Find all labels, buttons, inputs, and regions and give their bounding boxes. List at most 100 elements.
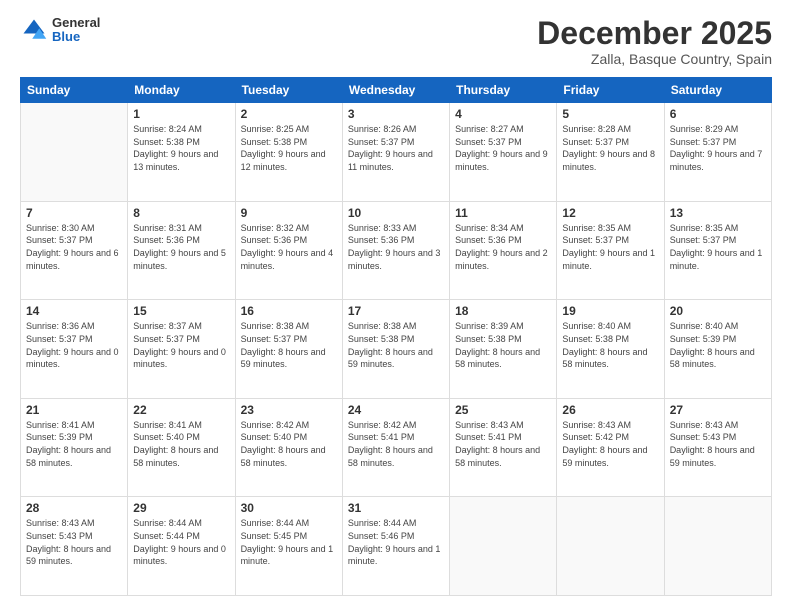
cell-0-2: 2 Sunrise: 8:25 AM Sunset: 5:38 PM Daylig… — [235, 103, 342, 202]
cell-info-3-1: Sunrise: 8:41 AM Sunset: 5:40 PM Dayligh… — [133, 419, 229, 469]
cell-2-1: 15 Sunrise: 8:37 AM Sunset: 5:37 PM Dayli… — [128, 300, 235, 399]
day-number-1-3: 10 — [348, 206, 444, 220]
header-right: December 2025 Zalla, Basque Country, Spa… — [537, 16, 772, 67]
cell-info-1-1: Sunrise: 8:31 AM Sunset: 5:36 PM Dayligh… — [133, 222, 229, 272]
col-friday: Friday — [557, 78, 664, 103]
cell-3-2: 23 Sunrise: 8:42 AM Sunset: 5:40 PM Dayli… — [235, 398, 342, 497]
day-number-3-0: 21 — [26, 403, 122, 417]
logo-blue-text: Blue — [52, 30, 100, 44]
cell-info-0-3: Sunrise: 8:26 AM Sunset: 5:37 PM Dayligh… — [348, 123, 444, 173]
cell-info-4-2: Sunrise: 8:44 AM Sunset: 5:45 PM Dayligh… — [241, 517, 337, 567]
cell-info-0-5: Sunrise: 8:28 AM Sunset: 5:37 PM Dayligh… — [562, 123, 658, 173]
cell-1-4: 11Sunrise: 8:34 AM Sunset: 5:36 PM Dayli… — [450, 201, 557, 300]
cell-3-6: 27 Sunrise: 8:43 AM Sunset: 5:43 PM Dayli… — [664, 398, 771, 497]
cell-info-4-3: Sunrise: 8:44 AM Sunset: 5:46 PM Dayligh… — [348, 517, 444, 567]
cell-1-3: 10 Sunrise: 8:33 AM Sunset: 5:36 PM Dayli… — [342, 201, 449, 300]
cell-4-0: 28 Sunrise: 8:43 AM Sunset: 5:43 PM Dayli… — [21, 497, 128, 596]
logo-icon — [20, 16, 48, 44]
day-number-2-2: 16 — [241, 304, 337, 318]
day-number-3-2: 23 — [241, 403, 337, 417]
cell-info-0-4: Sunrise: 8:27 AM Sunset: 5:37 PM Dayligh… — [455, 123, 551, 173]
month-title: December 2025 — [537, 16, 772, 51]
cell-0-6: 6Sunrise: 8:29 AM Sunset: 5:37 PM Daylig… — [664, 103, 771, 202]
cell-1-6: 13 Sunrise: 8:35 AM Sunset: 5:37 PM Dayli… — [664, 201, 771, 300]
calendar-header-row: Sunday Monday Tuesday Wednesday Thursday… — [21, 78, 772, 103]
cell-4-3: 31 Sunrise: 8:44 AM Sunset: 5:46 PM Dayli… — [342, 497, 449, 596]
day-number-3-3: 24 — [348, 403, 444, 417]
day-number-0-2: 2 — [241, 107, 337, 121]
day-number-4-0: 28 — [26, 501, 122, 515]
cell-1-0: 7Sunrise: 8:30 AM Sunset: 5:37 PM Daylig… — [21, 201, 128, 300]
cell-0-3: 3 Sunrise: 8:26 AM Sunset: 5:37 PM Daylig… — [342, 103, 449, 202]
header: General Blue December 2025 Zalla, Basque… — [20, 16, 772, 67]
day-number-1-5: 12 — [562, 206, 658, 220]
week-row-0: 1 Sunrise: 8:24 AM Sunset: 5:38 PM Daylig… — [21, 103, 772, 202]
cell-info-3-3: Sunrise: 8:42 AM Sunset: 5:41 PM Dayligh… — [348, 419, 444, 469]
cell-0-1: 1 Sunrise: 8:24 AM Sunset: 5:38 PM Daylig… — [128, 103, 235, 202]
cell-info-2-3: Sunrise: 8:38 AM Sunset: 5:38 PM Dayligh… — [348, 320, 444, 370]
cell-info-0-1: Sunrise: 8:24 AM Sunset: 5:38 PM Dayligh… — [133, 123, 229, 173]
day-number-1-6: 13 — [670, 206, 766, 220]
col-wednesday: Wednesday — [342, 78, 449, 103]
day-number-0-3: 3 — [348, 107, 444, 121]
cell-info-0-2: Sunrise: 8:25 AM Sunset: 5:38 PM Dayligh… — [241, 123, 337, 173]
cell-4-1: 29 Sunrise: 8:44 AM Sunset: 5:44 PM Dayli… — [128, 497, 235, 596]
logo-text: General Blue — [52, 16, 100, 45]
cell-info-1-6: Sunrise: 8:35 AM Sunset: 5:37 PM Dayligh… — [670, 222, 766, 272]
day-number-2-1: 15 — [133, 304, 229, 318]
cell-2-0: 14 Sunrise: 8:36 AM Sunset: 5:37 PM Dayli… — [21, 300, 128, 399]
cell-4-5 — [557, 497, 664, 596]
cell-0-4: 4 Sunrise: 8:27 AM Sunset: 5:37 PM Daylig… — [450, 103, 557, 202]
cell-info-2-1: Sunrise: 8:37 AM Sunset: 5:37 PM Dayligh… — [133, 320, 229, 370]
week-row-2: 14 Sunrise: 8:36 AM Sunset: 5:37 PM Dayli… — [21, 300, 772, 399]
page: General Blue December 2025 Zalla, Basque… — [0, 0, 792, 612]
cell-info-2-2: Sunrise: 8:38 AM Sunset: 5:37 PM Dayligh… — [241, 320, 337, 370]
cell-info-2-6: Sunrise: 8:40 AM Sunset: 5:39 PM Dayligh… — [670, 320, 766, 370]
cell-2-2: 16 Sunrise: 8:38 AM Sunset: 5:37 PM Dayli… — [235, 300, 342, 399]
cell-3-3: 24 Sunrise: 8:42 AM Sunset: 5:41 PM Dayli… — [342, 398, 449, 497]
cell-info-1-3: Sunrise: 8:33 AM Sunset: 5:36 PM Dayligh… — [348, 222, 444, 272]
cell-info-4-0: Sunrise: 8:43 AM Sunset: 5:43 PM Dayligh… — [26, 517, 122, 567]
cell-1-2: 9Sunrise: 8:32 AM Sunset: 5:36 PM Daylig… — [235, 201, 342, 300]
day-number-0-5: 5 — [562, 107, 658, 121]
day-number-4-3: 31 — [348, 501, 444, 515]
day-number-3-6: 27 — [670, 403, 766, 417]
day-number-1-1: 8 — [133, 206, 229, 220]
cell-1-1: 8 Sunrise: 8:31 AM Sunset: 5:36 PM Daylig… — [128, 201, 235, 300]
cell-3-0: 21Sunrise: 8:41 AM Sunset: 5:39 PM Dayli… — [21, 398, 128, 497]
day-number-0-1: 1 — [133, 107, 229, 121]
cell-0-0 — [21, 103, 128, 202]
day-number-2-0: 14 — [26, 304, 122, 318]
day-number-1-0: 7 — [26, 206, 122, 220]
day-number-2-5: 19 — [562, 304, 658, 318]
day-number-3-4: 25 — [455, 403, 551, 417]
week-row-3: 21Sunrise: 8:41 AM Sunset: 5:39 PM Dayli… — [21, 398, 772, 497]
cell-0-5: 5 Sunrise: 8:28 AM Sunset: 5:37 PM Daylig… — [557, 103, 664, 202]
day-number-2-6: 20 — [670, 304, 766, 318]
cell-info-2-0: Sunrise: 8:36 AM Sunset: 5:37 PM Dayligh… — [26, 320, 122, 370]
col-sunday: Sunday — [21, 78, 128, 103]
cell-info-3-2: Sunrise: 8:42 AM Sunset: 5:40 PM Dayligh… — [241, 419, 337, 469]
cell-info-1-5: Sunrise: 8:35 AM Sunset: 5:37 PM Dayligh… — [562, 222, 658, 272]
cell-4-6 — [664, 497, 771, 596]
col-tuesday: Tuesday — [235, 78, 342, 103]
week-row-1: 7Sunrise: 8:30 AM Sunset: 5:37 PM Daylig… — [21, 201, 772, 300]
day-number-0-6: 6 — [670, 107, 766, 121]
calendar-table: Sunday Monday Tuesday Wednesday Thursday… — [20, 77, 772, 596]
cell-info-4-1: Sunrise: 8:44 AM Sunset: 5:44 PM Dayligh… — [133, 517, 229, 567]
cell-4-2: 30 Sunrise: 8:44 AM Sunset: 5:45 PM Dayli… — [235, 497, 342, 596]
day-number-4-2: 30 — [241, 501, 337, 515]
cell-2-3: 17Sunrise: 8:38 AM Sunset: 5:38 PM Dayli… — [342, 300, 449, 399]
day-number-3-1: 22 — [133, 403, 229, 417]
day-number-1-4: 11 — [455, 206, 551, 220]
cell-4-4 — [450, 497, 557, 596]
cell-3-5: 26Sunrise: 8:43 AM Sunset: 5:42 PM Dayli… — [557, 398, 664, 497]
day-number-4-1: 29 — [133, 501, 229, 515]
cell-2-4: 18Sunrise: 8:39 AM Sunset: 5:38 PM Dayli… — [450, 300, 557, 399]
cell-info-1-2: Sunrise: 8:32 AM Sunset: 5:36 PM Dayligh… — [241, 222, 337, 272]
cell-3-1: 22 Sunrise: 8:41 AM Sunset: 5:40 PM Dayli… — [128, 398, 235, 497]
col-thursday: Thursday — [450, 78, 557, 103]
cell-info-3-6: Sunrise: 8:43 AM Sunset: 5:43 PM Dayligh… — [670, 419, 766, 469]
day-number-0-4: 4 — [455, 107, 551, 121]
cell-2-5: 19Sunrise: 8:40 AM Sunset: 5:38 PM Dayli… — [557, 300, 664, 399]
